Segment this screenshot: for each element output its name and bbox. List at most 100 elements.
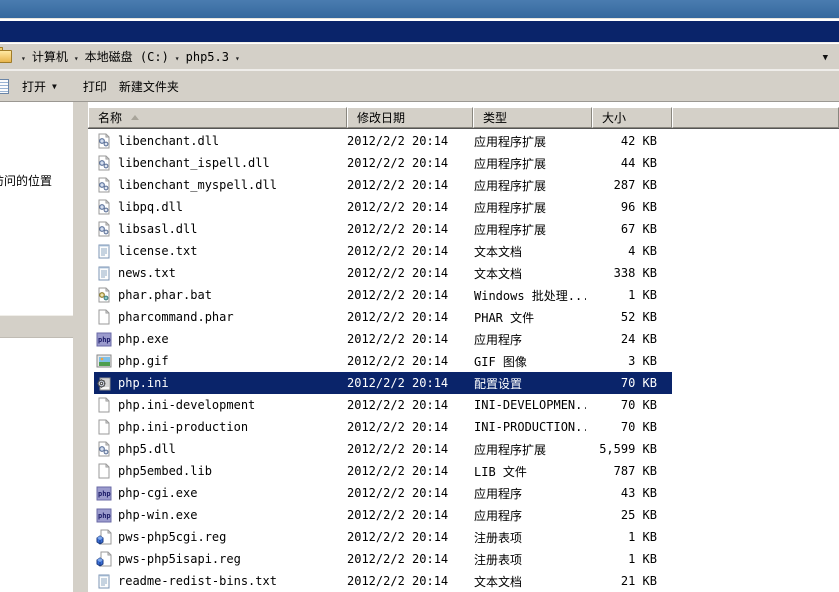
file-name-cell: php5embed.lib <box>94 463 341 479</box>
file-row[interactable]: news.txt2012/2/2 20:14文本文档338 KB <box>94 262 672 284</box>
file-row[interactable]: pws-php5cgi.reg2012/2/2 20:14注册表项1 KB <box>94 526 672 548</box>
column-header-row: 名称 修改日期 类型 大小 <box>88 107 839 129</box>
file-size: 5,599 KB <box>586 442 666 456</box>
file-icon <box>96 463 112 479</box>
file-size: 338 KB <box>586 266 666 280</box>
file-row[interactable]: phpphp-win.exe2012/2/2 20:14应用程序25 KB <box>94 504 672 526</box>
file-date: 2012/2/2 20:14 <box>341 288 467 302</box>
column-header-date[interactable]: 修改日期 <box>347 107 473 128</box>
file-name: license.txt <box>118 244 197 258</box>
dll-icon <box>96 221 112 237</box>
php-exe-icon: php <box>96 485 112 501</box>
file-size: 25 KB <box>586 508 666 522</box>
file-type: 注册表项 <box>467 551 586 568</box>
chevron-down-icon[interactable]: ▼ <box>52 82 57 91</box>
text-icon <box>96 573 112 589</box>
file-size: 787 KB <box>586 464 666 478</box>
file-row[interactable]: phpphp-cgi.exe2012/2/2 20:14应用程序43 KB <box>94 482 672 504</box>
new-folder-button[interactable]: 新建文件夹 <box>113 76 185 97</box>
file-name-cell: pws-php5isapi.reg <box>94 551 341 567</box>
file-name: pws-php5cgi.reg <box>118 530 226 544</box>
file-row[interactable]: php.ini-production2012/2/2 20:14INI-PROD… <box>94 416 672 438</box>
file-row[interactable]: php.ini-development2012/2/2 20:14INI-DEV… <box>94 394 672 416</box>
file-row[interactable]: license.txt2012/2/2 20:14文本文档4 KB <box>94 240 672 262</box>
file-name: readme-redist-bins.txt <box>118 574 277 588</box>
file-row[interactable]: php5embed.lib2012/2/2 20:14LIB 文件787 KB <box>94 460 672 482</box>
open-button[interactable]: 打开 ▼ <box>16 76 63 97</box>
file-date: 2012/2/2 20:14 <box>341 486 467 500</box>
file-row[interactable]: libenchant.dll2012/2/2 20:14应用程序扩展42 KB <box>94 130 672 152</box>
file-row[interactable]: libenchant_myspell.dll2012/2/2 20:14应用程序… <box>94 174 672 196</box>
breadcrumb-item[interactable]: 计算机 <box>30 50 70 64</box>
folders-bar[interactable] <box>0 315 73 338</box>
file-row[interactable]: libsasl.dll2012/2/2 20:14应用程序扩展67 KB <box>94 218 672 240</box>
file-row[interactable]: phpphp.exe2012/2/2 20:14应用程序24 KB <box>94 328 672 350</box>
print-button[interactable]: 打印 <box>77 76 113 97</box>
file-name-cell: pws-php5cgi.reg <box>94 529 341 545</box>
notepad-icon <box>0 79 9 94</box>
file-row[interactable]: php5.dll2012/2/2 20:14应用程序扩展5,599 KB <box>94 438 672 460</box>
file-row-selected[interactable]: php.ini2012/2/2 20:14配置设置70 KB <box>94 372 672 394</box>
file-name: php-cgi.exe <box>118 486 197 500</box>
column-header-type[interactable]: 类型 <box>473 107 592 128</box>
file-name: php5embed.lib <box>118 464 212 478</box>
dll-icon <box>96 177 112 193</box>
reg-icon <box>96 551 112 567</box>
file-name: libenchant_myspell.dll <box>118 178 277 192</box>
file-size: 1 KB <box>586 530 666 544</box>
breadcrumb-item[interactable]: 本地磁盘 (C:) <box>83 50 171 64</box>
file-type: 应用程序扩展 <box>467 155 586 172</box>
chevron-icon[interactable]: ▾ <box>70 54 83 63</box>
text-icon <box>96 243 112 259</box>
file-type: 配置设置 <box>467 375 586 392</box>
file-size: 287 KB <box>586 178 666 192</box>
column-header-name[interactable]: 名称 <box>88 107 347 128</box>
file-name-cell: license.txt <box>94 243 341 259</box>
file-date: 2012/2/2 20:14 <box>341 464 467 478</box>
file-date: 2012/2/2 20:14 <box>341 508 467 522</box>
file-date: 2012/2/2 20:14 <box>341 266 467 280</box>
file-type: INI-PRODUCTION... <box>467 420 586 434</box>
file-name: php.ini <box>118 376 169 390</box>
text-icon <box>96 265 112 281</box>
file-row[interactable]: phar.phar.bat2012/2/2 20:14Windows 批处理..… <box>94 284 672 306</box>
file-name-cell: php.ini <box>94 375 341 391</box>
file-date: 2012/2/2 20:14 <box>341 530 467 544</box>
file-size: 24 KB <box>586 332 666 346</box>
file-row[interactable]: pharcommand.phar2012/2/2 20:14PHAR 文件52 … <box>94 306 672 328</box>
file-date: 2012/2/2 20:14 <box>341 156 467 170</box>
address-dropdown-icon[interactable]: ▼ <box>823 53 828 63</box>
file-name: php-win.exe <box>118 508 197 522</box>
file-date: 2012/2/2 20:14 <box>341 134 467 148</box>
folder-icon <box>0 50 12 63</box>
file-row[interactable]: pws-php5isapi.reg2012/2/2 20:14注册表项1 KB <box>94 548 672 570</box>
file-date: 2012/2/2 20:14 <box>341 442 467 456</box>
file-name-cell: phar.phar.bat <box>94 287 341 303</box>
file-date: 2012/2/2 20:14 <box>341 398 467 412</box>
sidebar-item-recent-places[interactable]: 访问的位置 <box>0 172 52 189</box>
chevron-icon[interactable]: ▾ <box>17 54 30 63</box>
file-row[interactable]: libpq.dll2012/2/2 20:14应用程序扩展96 KB <box>94 196 672 218</box>
file-type: 应用程序扩展 <box>467 221 586 238</box>
active-window-titlebar[interactable] <box>0 20 839 43</box>
explorer-window: ▾计算机▾本地磁盘 (C:)▾php5.3▾ ▼ 打开 ▼ 打印 新建文件夹 访… <box>0 0 839 592</box>
breadcrumb-item[interactable]: php5.3 <box>184 50 231 64</box>
file-row[interactable]: libenchant_ispell.dll2012/2/2 20:14应用程序扩… <box>94 152 672 174</box>
chevron-icon[interactable]: ▾ <box>231 54 244 63</box>
file-size: 1 KB <box>586 552 666 566</box>
file-name-cell: libpq.dll <box>94 199 341 215</box>
file-date: 2012/2/2 20:14 <box>341 200 467 214</box>
file-row[interactable]: readme-redist-bins.txt2012/2/2 20:14文本文档… <box>94 570 672 592</box>
file-name: libpq.dll <box>118 200 183 214</box>
chevron-icon[interactable]: ▾ <box>171 54 184 63</box>
file-size: 70 KB <box>586 376 666 390</box>
file-name-cell: libenchant.dll <box>94 133 341 149</box>
file-name: php.ini-development <box>118 398 255 412</box>
address-bar[interactable]: ▾计算机▾本地磁盘 (C:)▾php5.3▾ ▼ <box>0 44 839 71</box>
file-name-cell: libenchant_myspell.dll <box>94 177 341 193</box>
file-row[interactable]: php.gif2012/2/2 20:14GIF 图像3 KB <box>94 350 672 372</box>
column-header-size[interactable]: 大小 <box>592 107 672 128</box>
file-name: libsasl.dll <box>118 222 197 236</box>
pane-divider[interactable] <box>73 102 88 592</box>
file-date: 2012/2/2 20:14 <box>341 178 467 192</box>
